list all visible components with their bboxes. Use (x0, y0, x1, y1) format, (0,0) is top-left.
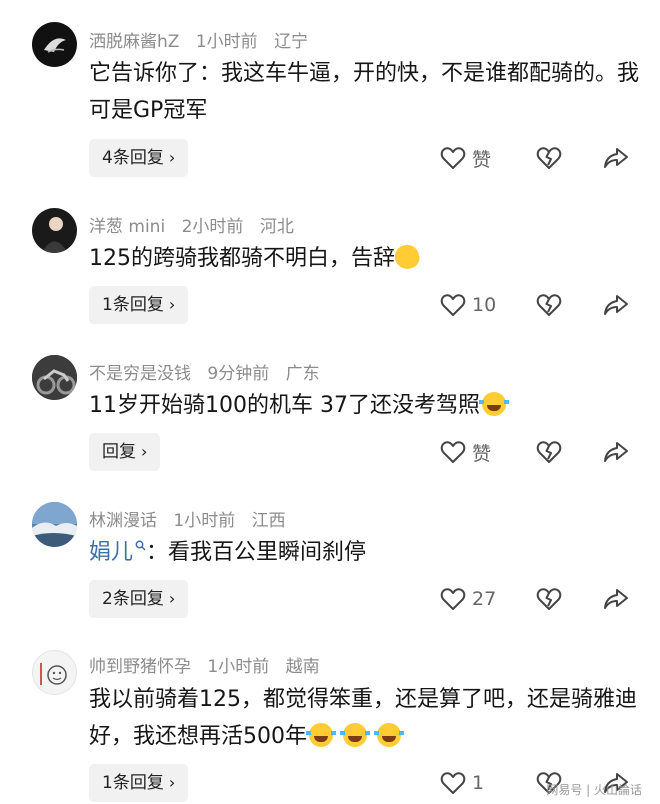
timestamp: 9分钟前 (207, 364, 270, 384)
timestamp: 2小时前 (181, 217, 244, 237)
broken-heart-icon (536, 441, 562, 463)
like-count: 1 (472, 772, 485, 794)
share-arrow-icon (604, 442, 628, 462)
like-button[interactable]: 赞 (440, 143, 491, 173)
like-button[interactable]: 1 (440, 768, 484, 798)
replies-button[interactable]: 1条回复 › (89, 286, 189, 324)
comment-text: 11岁开始骑100的机车 37了还没考驾照 (89, 387, 639, 424)
heart-outline-icon (440, 294, 466, 316)
timestamp: 1小时前 (195, 32, 258, 52)
replies-label: 1条回复 (102, 773, 164, 793)
heart-outline-icon (440, 147, 466, 169)
location: 辽宁 (274, 32, 309, 52)
comment-text: 它告诉你了：我这车牛逼，开的快，不是谁都配骑的。我可是GP冠军 (89, 61, 640, 123)
share-button[interactable] (603, 584, 629, 614)
tears-of-joy-emoji-icon (478, 392, 509, 416)
username[interactable]: 不是穷是没钱 (89, 364, 191, 384)
username[interactable]: 洋葱 mini (89, 217, 165, 237)
replies-button[interactable]: 4条回复 › (89, 139, 189, 177)
clap-emoji-icon (391, 241, 423, 273)
chevron-right-icon: › (168, 148, 176, 167)
replies-button[interactable]: 回复 › (89, 433, 161, 471)
location: 越南 (285, 657, 320, 677)
comment-meta: 不是穷是没钱 9分钟前 广东 (89, 359, 331, 384)
timestamp: 1小时前 (207, 657, 270, 677)
share-button[interactable] (603, 143, 629, 173)
location: 河北 (259, 217, 294, 237)
username[interactable]: 林渊漫话 (89, 511, 157, 531)
dislike-button[interactable] (536, 290, 562, 320)
share-button[interactable] (603, 437, 629, 467)
comment-meta: 洋葱 mini 2小时前 河北 (89, 212, 305, 237)
share-arrow-icon (604, 295, 628, 315)
username[interactable]: 帅到野猪怀孕 (89, 657, 191, 677)
broken-heart-icon (536, 147, 562, 169)
timestamp: 1小时前 (173, 511, 236, 531)
comment-text: 娟儿 ：看我百公里瞬间刹停 (89, 534, 639, 571)
heart-outline-icon (440, 441, 466, 463)
dislike-button[interactable] (536, 437, 562, 467)
like-count: 赞 (472, 442, 492, 465)
replies-button[interactable]: 1条回复 › (89, 764, 189, 802)
share-button[interactable] (603, 290, 629, 320)
avatar[interactable] (32, 502, 77, 547)
share-arrow-icon (604, 589, 628, 609)
comment-meta: 林渊漫话 1小时前 江西 (89, 506, 297, 531)
heart-outline-icon (440, 588, 466, 610)
avatar[interactable] (32, 650, 77, 695)
like-count: 27 (472, 588, 497, 610)
comment-list: 洒脱麻酱hZ 1小时前 辽宁 它告诉你了：我这车牛逼，开的快，不是谁都配骑的。我… (0, 0, 660, 804)
chevron-right-icon: › (141, 442, 148, 461)
like-button[interactable]: 27 (440, 584, 496, 614)
comment-text: 125的跨骑我都骑不明白，告辞 (89, 240, 639, 277)
replies-label: 回复 (102, 442, 136, 462)
tears-of-joy-emoji-icon (340, 723, 370, 747)
tears-of-joy-emoji-icon (374, 723, 404, 747)
chevron-right-icon: › (168, 295, 176, 314)
chevron-right-icon: › (168, 589, 176, 608)
replies-label: 4条回复 (102, 148, 164, 168)
broken-heart-icon (536, 294, 562, 316)
comment-meta: 洒脱麻酱hZ 1小时前 辽宁 (89, 27, 319, 52)
tears-of-joy-emoji-icon (306, 723, 336, 747)
watermark: 网易号 | 火山論话 (546, 783, 642, 797)
comment-text: 我以前骑着125，都觉得笨重，还是算了吧，还是骑雅迪好，我还想再活500年 (89, 681, 639, 755)
heart-outline-icon (440, 772, 466, 794)
like-button[interactable]: 赞 (440, 437, 491, 467)
dislike-button[interactable] (536, 143, 562, 173)
chevron-right-icon: › (168, 773, 176, 792)
mention-link[interactable]: 娟儿 (89, 540, 133, 565)
location: 江西 (251, 511, 286, 531)
like-count: 赞 (472, 148, 492, 171)
comment-text-content: 11岁开始骑100的机车 37了还没考驾照 (89, 393, 480, 418)
replies-button[interactable]: 2条回复 › (89, 580, 189, 618)
replies-label: 2条回复 (102, 589, 164, 609)
like-count: 10 (472, 294, 497, 316)
avatar[interactable] (32, 355, 77, 400)
like-button[interactable]: 10 (440, 290, 496, 320)
avatar[interactable] (32, 208, 77, 253)
comment-text-content: 125的跨骑我都骑不明白，告辞 (89, 246, 395, 271)
comment-text-content: ：看我百公里瞬间刹停 (146, 540, 367, 565)
avatar[interactable] (32, 22, 77, 67)
comment-meta: 帅到野猪怀孕 1小时前 越南 (89, 652, 331, 677)
dislike-button[interactable] (536, 584, 562, 614)
replies-label: 1条回复 (102, 295, 164, 315)
share-arrow-icon (604, 148, 628, 168)
broken-heart-icon (536, 588, 562, 610)
search-icon (135, 540, 146, 551)
username[interactable]: 洒脱麻酱hZ (89, 32, 179, 52)
location: 广东 (285, 364, 320, 384)
